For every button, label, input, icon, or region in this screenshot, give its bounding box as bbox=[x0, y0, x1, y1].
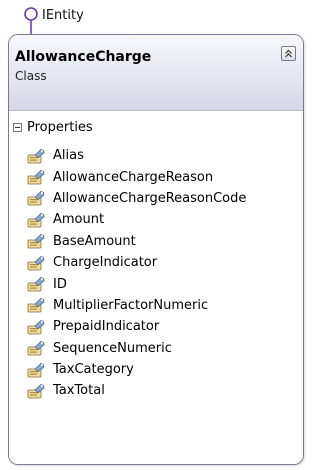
property-icon bbox=[27, 212, 45, 228]
double-chevron-up-icon[interactable] bbox=[281, 46, 296, 61]
property-item[interactable]: TaxCategory bbox=[27, 359, 246, 380]
properties-list: Alias AllowanceChargeReason AllowanceCha… bbox=[27, 145, 246, 402]
property-icon bbox=[27, 234, 45, 249]
property-item[interactable]: ChargeIndicator bbox=[27, 252, 246, 273]
interface-circle bbox=[24, 7, 38, 21]
property-item[interactable]: AllowanceChargeReasonCode bbox=[27, 188, 246, 209]
class-name: AllowanceCharge bbox=[15, 49, 152, 65]
property-item[interactable]: ID bbox=[27, 273, 246, 294]
property-icon bbox=[27, 255, 45, 271]
property-name: ID bbox=[53, 276, 67, 292]
property-icon bbox=[27, 277, 45, 292]
property-name: Alias bbox=[53, 148, 84, 164]
properties-section: Properties Alias AllowanceChargeReason A… bbox=[9, 111, 303, 464]
interface-lollipop: IEntity bbox=[0, 0, 312, 34]
property-icon bbox=[27, 319, 45, 335]
property-item[interactable]: Alias bbox=[27, 145, 246, 166]
properties-section-header[interactable]: Properties bbox=[13, 118, 93, 136]
property-name: TaxCategory bbox=[53, 362, 134, 378]
property-name: SequenceNumeric bbox=[53, 340, 172, 356]
class-header[interactable]: AllowanceCharge Class bbox=[9, 35, 303, 111]
property-item[interactable]: Amount bbox=[27, 209, 246, 230]
property-name: AllowanceChargeReasonCode bbox=[53, 190, 247, 206]
property-name: MultiplierFactorNumeric bbox=[53, 297, 209, 313]
interface-name: IEntity bbox=[42, 8, 84, 23]
property-name: PrepaidIndicator bbox=[53, 319, 160, 335]
property-icon bbox=[27, 341, 45, 356]
property-item[interactable]: MultiplierFactorNumeric bbox=[27, 295, 246, 316]
property-name: Amount bbox=[53, 212, 105, 228]
property-item[interactable]: AllowanceChargeReason bbox=[27, 166, 246, 187]
property-icon bbox=[27, 191, 45, 206]
section-title: Properties bbox=[27, 119, 93, 135]
property-name: AllowanceChargeReason bbox=[53, 169, 214, 185]
property-icon bbox=[27, 298, 45, 313]
class-kind: Class bbox=[15, 69, 47, 83]
property-name: ChargeIndicator bbox=[53, 255, 158, 271]
property-name: BaseAmount bbox=[53, 233, 136, 249]
property-item[interactable]: BaseAmount bbox=[27, 231, 246, 252]
class-shape[interactable]: AllowanceCharge Class Properties Alias A… bbox=[8, 34, 304, 465]
property-name: TaxTotal bbox=[53, 383, 105, 399]
property-icon bbox=[27, 384, 45, 399]
property-icon bbox=[27, 362, 45, 377]
property-icon bbox=[27, 170, 45, 185]
property-item[interactable]: SequenceNumeric bbox=[27, 338, 246, 359]
property-icon bbox=[27, 148, 45, 164]
collapse-minus-icon[interactable] bbox=[13, 122, 22, 132]
property-item[interactable]: TaxTotal bbox=[27, 380, 246, 401]
property-item[interactable]: PrepaidIndicator bbox=[27, 316, 246, 337]
